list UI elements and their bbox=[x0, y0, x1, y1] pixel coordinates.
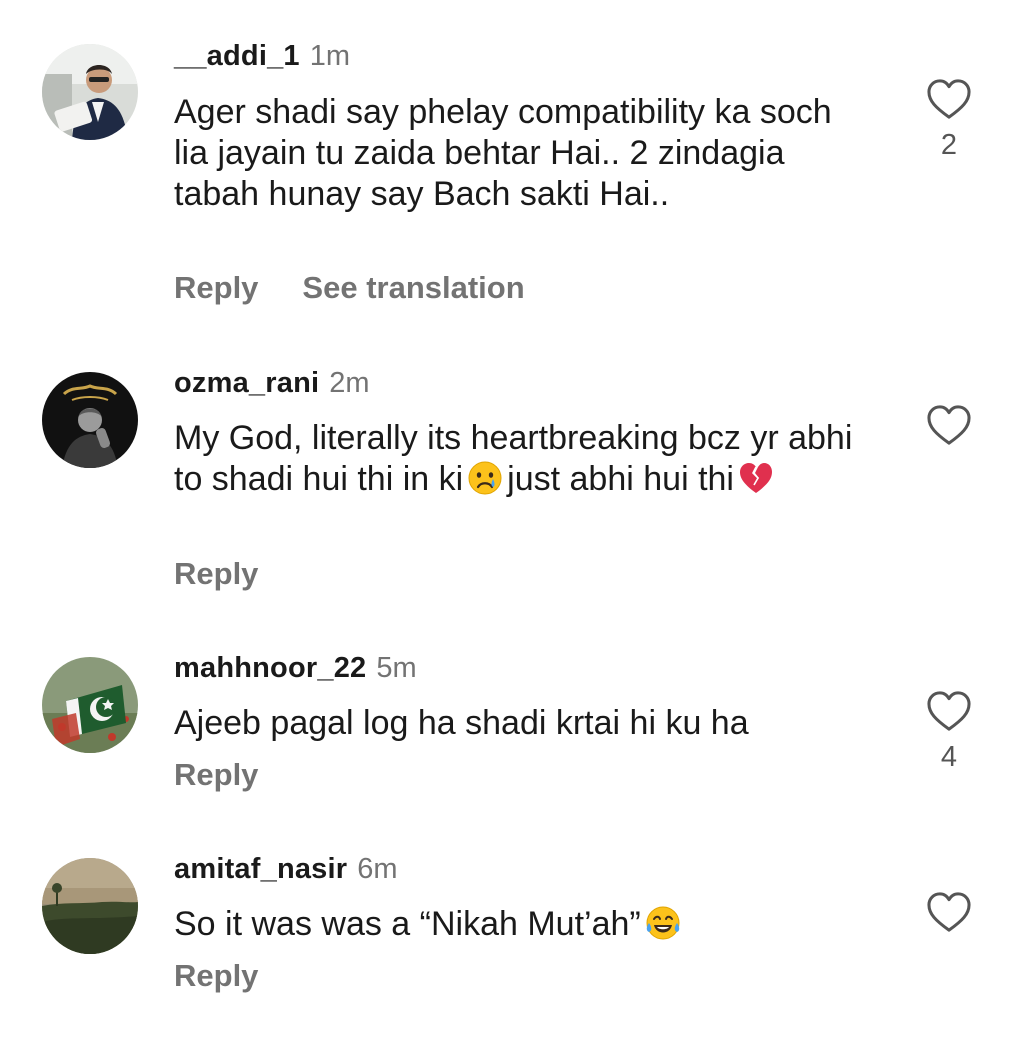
comment-text-part: So it was was a “Nikah Mut’ah” bbox=[174, 905, 641, 943]
like-count: 4 bbox=[940, 741, 958, 773]
timestamp: 2m bbox=[329, 367, 370, 399]
like-control bbox=[920, 404, 978, 446]
like-count: 2 bbox=[940, 129, 958, 161]
username[interactable]: amitaf_nasir bbox=[174, 853, 347, 885]
avatar[interactable] bbox=[42, 372, 138, 468]
like-control: 4 bbox=[920, 690, 978, 774]
comment-meta: amitaf_nasir 6m bbox=[174, 852, 398, 886]
comment-text: Ajeeb pagal log ha shadi krtai hi ku ha bbox=[174, 704, 749, 742]
comment-meta: mahhnoor_22 5m bbox=[174, 651, 417, 685]
reply-button[interactable]: Reply bbox=[174, 757, 258, 793]
heart-icon[interactable] bbox=[926, 891, 972, 933]
user-photo-icon bbox=[42, 372, 138, 468]
user-photo-icon bbox=[42, 44, 138, 140]
flag-photo-icon bbox=[42, 657, 138, 753]
reply-button[interactable]: Reply bbox=[174, 556, 258, 592]
heart-icon[interactable] bbox=[926, 404, 972, 446]
comment-text: So it was was a “Nikah Mut’ah” bbox=[174, 904, 874, 945]
like-control: 2 bbox=[920, 78, 978, 162]
timestamp: 5m bbox=[376, 652, 417, 684]
landscape-photo-icon bbox=[42, 858, 138, 954]
comment-meta: ozma_rani 2m bbox=[174, 366, 370, 400]
reply-button[interactable]: Reply bbox=[174, 958, 258, 994]
comment-actions: Reply bbox=[174, 556, 258, 592]
avatar[interactable] bbox=[42, 858, 138, 954]
username[interactable]: __addi_1 bbox=[174, 40, 300, 72]
crying-face-icon bbox=[467, 460, 503, 496]
comment-text-part: just abhi hui thi bbox=[507, 460, 734, 498]
avatar[interactable] bbox=[42, 44, 138, 140]
avatar[interactable] bbox=[42, 657, 138, 753]
broken-heart-icon bbox=[738, 460, 774, 496]
username[interactable]: mahhnoor_22 bbox=[174, 652, 366, 684]
reply-button[interactable]: Reply bbox=[174, 270, 258, 306]
comment-actions: Reply bbox=[174, 757, 258, 793]
heart-icon[interactable] bbox=[926, 78, 972, 120]
comment-meta: __addi_1 1m bbox=[174, 39, 350, 73]
comment-actions: Reply bbox=[174, 958, 258, 994]
timestamp: 1m bbox=[309, 40, 351, 72]
heart-icon[interactable] bbox=[926, 690, 972, 732]
comment-actions: Reply See translation bbox=[174, 270, 525, 306]
like-control bbox=[920, 891, 978, 933]
comment-text: My God, literally its heartbreaking bcz … bbox=[174, 418, 874, 500]
username[interactable]: ozma_rani bbox=[174, 367, 319, 399]
timestamp: 6m bbox=[357, 853, 398, 885]
see-translation-button[interactable]: See translation bbox=[302, 270, 524, 306]
tears-of-joy-icon bbox=[645, 905, 681, 941]
comment-text: Ager shadi say phelay compatibility ka s… bbox=[174, 93, 832, 213]
